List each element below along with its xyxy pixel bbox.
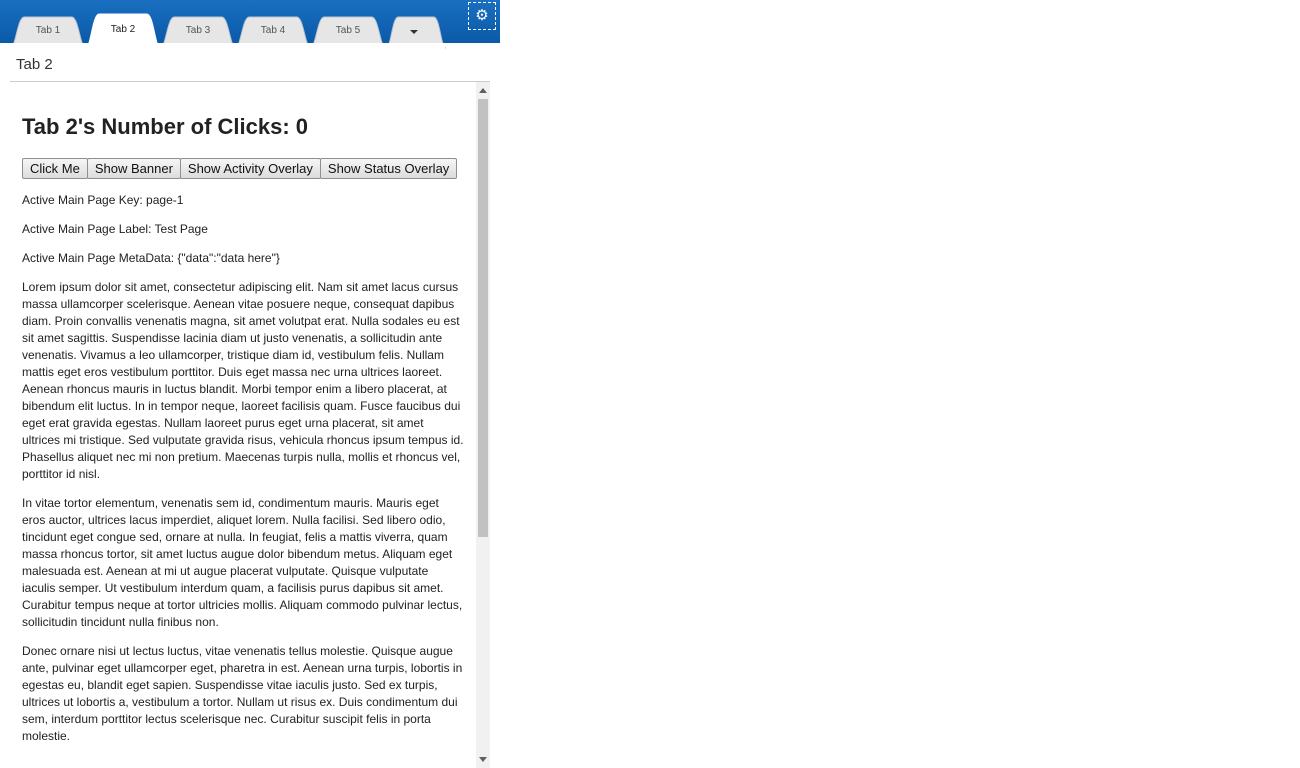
- tab-label: Tab 3: [185, 25, 211, 36]
- clicks-heading: Tab 2's Number of Clicks: 0: [22, 114, 309, 139]
- chevron-down-icon: [410, 30, 418, 34]
- vertical-scrollbar[interactable]: [476, 82, 490, 768]
- tab-label: Tab 5: [335, 25, 361, 36]
- active-page-metadata: Active Main Page MetaData: {"data":"data…: [22, 251, 280, 265]
- lorem-paragraph-3: Donec ornare nisi ut lectus luctus, vita…: [22, 644, 463, 743]
- gear-icon: ⚙: [475, 7, 489, 24]
- show-banner-button[interactable]: Show Banner: [86, 158, 181, 179]
- click-me-button[interactable]: Click Me: [22, 158, 88, 179]
- show-status-overlay-button[interactable]: Show Status Overlay: [319, 158, 458, 179]
- tab-strip: Tab 1 Tab 3 Tab 4 Tab 5 Tab 2 ⚙: [0, 0, 500, 50]
- page-title: Tab 2: [16, 56, 53, 73]
- scroll-down-arrow-icon[interactable]: [479, 757, 487, 762]
- lorem-paragraph-2: In vitae tortor elementum, venenatis sem…: [22, 496, 463, 629]
- button-row: Click Me Show Banner Show Activity Overlay…: [22, 158, 464, 179]
- scroll-up-arrow-icon[interactable]: [479, 88, 487, 93]
- active-page-key: Active Main Page Key: page-1: [22, 193, 184, 207]
- tab-label: Tab 2: [110, 24, 136, 35]
- tab-strip-underline: [10, 43, 445, 49]
- tab-label: Tab 1: [35, 25, 61, 36]
- tab-label: Tab 4: [260, 25, 286, 36]
- content-body: Tab 2's Number of Clicks: 0 Click Me Show…: [22, 82, 464, 745]
- show-activity-overlay-button[interactable]: Show Activity Overlay: [179, 158, 321, 179]
- app-window: Tab 1 Tab 3 Tab 4 Tab 5 Tab 2 ⚙ Tab 2 Ta…: [0, 0, 500, 768]
- content-frame: Tab 2's Number of Clicks: 0 Click Me Show…: [10, 82, 476, 768]
- settings-button[interactable]: ⚙: [468, 2, 496, 30]
- scroll-thumb[interactable]: [478, 99, 488, 537]
- lorem-paragraph-1: Lorem ipsum dolor sit amet, consectetur …: [22, 280, 464, 481]
- active-page-label: Active Main Page Label: Test Page: [22, 222, 208, 236]
